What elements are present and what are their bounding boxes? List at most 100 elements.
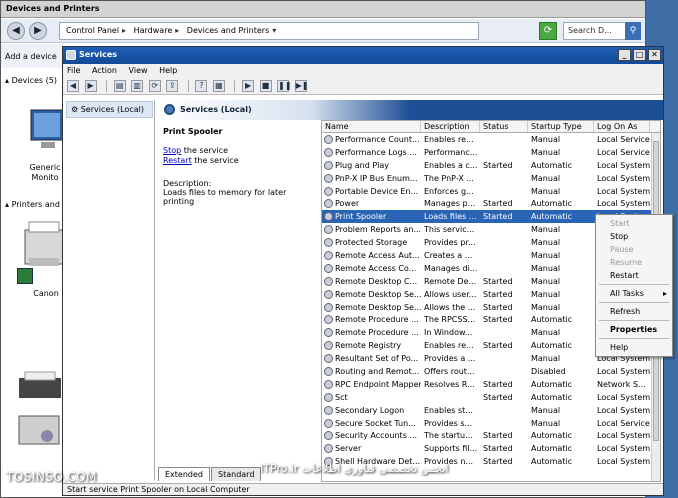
cell-startup-type-text: Manual <box>531 135 561 144</box>
menu-item-refresh[interactable]: Refresh <box>596 305 672 318</box>
column-header-log-on-as[interactable]: Log On As <box>594 121 650 132</box>
menu-separator <box>599 338 669 339</box>
table-row[interactable]: Plug and Play Enables a c... Started Automa… <box>322 159 660 172</box>
table-row[interactable]: Server Supports fil... Started Automatic Loc… <box>322 442 660 455</box>
fax-printer-icon[interactable] <box>15 408 63 448</box>
table-row[interactable]: Sct Started Automatic Local System <box>322 391 660 404</box>
show-hide-tree-icon[interactable]: ▤ <box>113 80 126 92</box>
cell-status: Started <box>480 275 528 288</box>
breadcrumb-hardware[interactable]: Hardware <box>134 26 173 35</box>
cell-status <box>480 172 528 185</box>
group-printers[interactable]: ▴ Printers and <box>1 198 64 211</box>
restart-service-link[interactable]: Restart <box>163 156 192 165</box>
monitor-icon[interactable] <box>23 106 63 166</box>
toolbar-separator <box>187 80 189 92</box>
cell-status: Started <box>480 429 528 442</box>
back-icon[interactable]: ◀ <box>67 80 79 92</box>
cell-startup-type: Automatic <box>528 339 594 352</box>
menu-action[interactable]: Action <box>92 65 117 77</box>
cell-name-text: Print Spooler <box>335 212 387 222</box>
table-row[interactable]: RPC Endpoint Mapper Resolves R... Started A… <box>322 378 660 391</box>
chevron-right-icon[interactable]: ▸ <box>122 26 126 35</box>
cell-description-text: This servic... <box>424 225 475 235</box>
table-row[interactable]: PnP-X IP Bus Enum... The PnP-X ... Manual L… <box>322 172 660 185</box>
cell-description-text: Loads files ... <box>424 212 477 222</box>
forward-icon[interactable]: ▶ <box>84 80 97 92</box>
minimize-button[interactable]: _ <box>618 49 631 61</box>
column-header-status[interactable]: Status <box>480 121 528 132</box>
column-header-startup-type[interactable]: Startup Type <box>528 121 594 132</box>
menu-help[interactable]: Help <box>159 65 177 77</box>
service-gear-icon <box>324 405 333 415</box>
menu-item-help[interactable]: Help <box>596 341 672 354</box>
pause-service-icon[interactable]: ❚❚ <box>277 80 292 92</box>
printer-icon[interactable] <box>15 368 63 404</box>
cell-description: Enables re... <box>421 133 480 146</box>
table-row[interactable]: Power Manages p... Started Automatic Local S… <box>322 197 660 210</box>
cell-startup-type: Manual <box>528 249 594 262</box>
cell-name: Remote Desktop Se... <box>322 301 421 314</box>
menu-item-all-tasks[interactable]: All Tasks ▸ <box>596 287 672 300</box>
search-input[interactable]: Search D... <box>563 22 627 40</box>
maximize-button[interactable]: □ <box>633 49 646 61</box>
breadcrumb-control-panel[interactable]: Control Panel <box>66 26 119 35</box>
refresh-icon[interactable]: ⟳ <box>539 22 557 40</box>
selected-service-name: Print Spooler <box>163 127 223 136</box>
cell-log-on-as-text: Local Service <box>597 147 650 157</box>
service-gear-icon <box>324 276 333 286</box>
service-gear-icon <box>324 199 333 209</box>
cell-description <box>421 391 480 404</box>
refresh-icon[interactable]: ⟳ <box>148 80 161 92</box>
menu-file[interactable]: File <box>67 65 80 77</box>
cell-status: Started <box>480 159 528 172</box>
menu-item-all-tasks-label: All Tasks <box>610 289 644 298</box>
table-row[interactable]: Security Accounts ... The startu... Starte… <box>322 429 660 442</box>
cell-log-on-as-text: Local System <box>597 186 650 196</box>
cell-startup-type-text: Manual <box>531 186 561 196</box>
forward-arrow-icon[interactable]: ▶ <box>29 22 47 40</box>
properties-list-icon[interactable]: ▥ <box>131 80 144 92</box>
breadcrumb-devices-printers[interactable]: Devices and Printers <box>187 26 269 35</box>
cell-status-text: Started <box>483 276 513 286</box>
table-row[interactable]: Routing and Remot... Offers rout... Disabl… <box>322 365 660 378</box>
cell-status <box>480 326 528 339</box>
add-device-button[interactable]: Add a device <box>1 44 63 68</box>
stop-service-icon[interactable]: ■ <box>259 80 272 92</box>
chevron-right-icon[interactable]: ▸ <box>175 26 179 35</box>
menu-separator <box>599 302 669 303</box>
restart-service-icon[interactable]: ▶❚ <box>294 80 309 92</box>
menu-item-properties[interactable]: Properties <box>596 323 672 336</box>
properties-icon[interactable]: ▦ <box>212 80 225 92</box>
column-header-description[interactable]: Description <box>421 121 480 132</box>
table-row[interactable]: Secondary Logon Enables st... Manual Local … <box>322 404 660 417</box>
table-row[interactable]: Performance Count... Enables re... Manual L… <box>322 133 660 146</box>
table-row[interactable]: Secure Socket Tun... Provides s... Manual L… <box>322 417 660 430</box>
cell-name: Remote Procedure ... <box>322 326 421 339</box>
group-devices[interactable]: ▴ Devices (5) <box>1 74 63 87</box>
cell-status-text: Started <box>483 199 513 209</box>
cell-name: Plug and Play <box>322 159 421 172</box>
back-arrow-icon[interactable]: ◀ <box>7 22 25 40</box>
stop-service-link[interactable]: Stop <box>163 146 181 155</box>
start-service-icon[interactable]: ▶ <box>242 80 255 92</box>
menu-view[interactable]: View <box>129 65 148 77</box>
menu-item-stop[interactable]: Stop <box>596 230 672 243</box>
cell-status <box>480 236 528 249</box>
search-icon[interactable]: ⚲ <box>625 22 641 40</box>
table-row[interactable]: Performance Logs ... Performanc... Manual L… <box>322 146 660 159</box>
cell-startup-type-text: Disabled <box>531 367 566 377</box>
chevron-down-icon[interactable]: ▾ <box>272 26 276 35</box>
tab-standard[interactable]: Standard <box>211 467 262 481</box>
service-gear-icon <box>324 379 333 389</box>
address-field[interactable]: Control Panel ▸ Hardware ▸ Devices and Pri… <box>59 22 479 40</box>
service-gear-icon <box>324 225 333 235</box>
tab-extended[interactable]: Extended <box>158 467 210 481</box>
menu-item-restart[interactable]: Restart <box>596 269 672 282</box>
close-button[interactable]: ✕ <box>648 49 661 61</box>
tree-node-services-local[interactable]: ⚙ Services (Local) <box>66 101 153 118</box>
table-row[interactable]: Portable Device En... Enforces g... Manual… <box>322 185 660 198</box>
cell-name: Server <box>322 442 421 455</box>
help-icon[interactable]: ? <box>195 80 208 92</box>
column-header-name[interactable]: Name <box>322 121 421 132</box>
export-list-icon[interactable]: ⇪ <box>166 80 179 92</box>
